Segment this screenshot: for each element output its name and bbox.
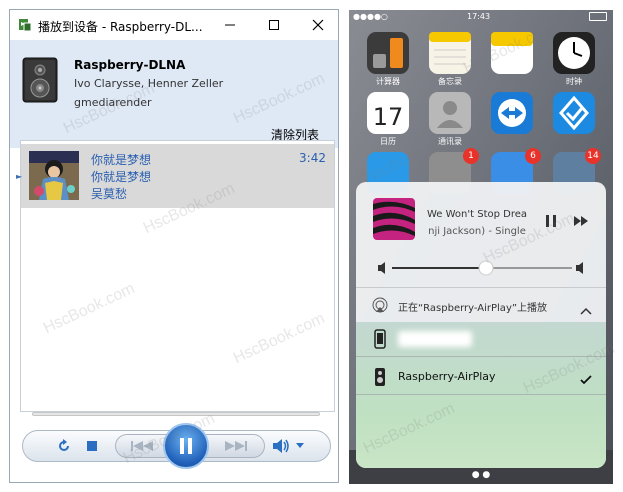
now-playing-title: We Won't Stop Drea <box>426 209 528 220</box>
track-duration: 3:42 <box>299 151 326 165</box>
contacts-app-icon[interactable] <box>429 92 471 134</box>
route-row-raspberry-airplay[interactable]: Raspberry-AirPlay <box>356 360 606 394</box>
redacted-device-name <box>398 331 472 347</box>
seek-bar[interactable] <box>32 412 320 416</box>
pause-icon <box>546 215 556 227</box>
speaker-icon <box>374 367 386 391</box>
svg-text:17: 17 <box>373 103 404 131</box>
app-label: 备忘录 <box>438 77 462 86</box>
app-label: 通讯录 <box>438 137 462 146</box>
iphone-icon <box>374 329 386 353</box>
next-button[interactable] <box>219 437 253 455</box>
maximize-icon <box>269 20 279 30</box>
iphone-screen: ●●●●○ 17:43 计算器 备忘录 时钟 17 日历 通讯录 1 6 14 <box>349 10 613 484</box>
now-playing-section: We Won't Stop Drea nji Jackson) - Single <box>356 182 606 287</box>
airplay-status-text: 正在“Raspberry-AirPlay”上播放 <box>398 303 548 314</box>
calendar-app-icon[interactable]: 17 <box>367 92 409 134</box>
airplay-route-list: Raspberry-AirPlay <box>356 322 606 468</box>
next-icon <box>574 216 588 226</box>
play-to-device-window: 播放到设备 - Raspberry-DL... Raspberry-DLNA I… <box>9 9 339 483</box>
app-label: 时钟 <box>566 77 582 86</box>
signal-icon: ●●●●○ <box>353 12 388 21</box>
repeat-icon <box>59 439 69 451</box>
divider <box>356 356 606 357</box>
speaker-device-icon <box>19 56 61 104</box>
notification-badge: 14 <box>585 148 601 164</box>
maximize-button[interactable] <box>252 10 296 40</box>
current-track-marker-icon: ► <box>16 172 23 181</box>
device-name: Raspberry-DLNA <box>74 58 186 72</box>
volume-high-icon <box>576 262 583 274</box>
playlist: ► 你就是梦想 你就是梦想 吴莫愁 3:42 <box>16 140 335 412</box>
stop-icon <box>87 441 97 451</box>
window-title: 播放到设备 - Raspberry-DL... <box>38 20 203 34</box>
close-icon <box>312 19 324 31</box>
checkmark-icon <box>580 370 592 389</box>
volume-dropdown-button[interactable] <box>295 441 305 451</box>
status-time: 17:43 <box>467 12 491 21</box>
teamviewer-app-icon[interactable] <box>491 92 533 134</box>
pause-icon <box>180 438 192 454</box>
device-authors: Ivo Clarysse, Henner Zeller <box>74 77 224 90</box>
now-playing-artwork <box>373 198 415 240</box>
track-artist: 吴莫愁 <box>91 187 128 201</box>
route-row-iphone[interactable] <box>356 322 606 356</box>
route-label: Raspberry-AirPlay <box>398 370 496 383</box>
weather-app-icon[interactable] <box>491 32 533 74</box>
notification-badge: 1 <box>463 148 479 164</box>
app-label: 计算器 <box>376 77 400 86</box>
previous-button[interactable] <box>125 437 159 455</box>
playback-controls <box>22 423 331 469</box>
play-to-icon <box>18 17 32 32</box>
calculator-app-icon[interactable] <box>367 32 409 74</box>
pause-button[interactable] <box>163 423 209 469</box>
cc-volume-slider[interactable] <box>378 258 588 278</box>
minimize-button[interactable] <box>208 10 252 40</box>
volume-icon <box>273 439 289 453</box>
cc-pause-button[interactable] <box>542 212 560 230</box>
device-panel: Raspberry-DLNA Ivo Clarysse, Henner Zell… <box>10 40 338 148</box>
now-playing-subtitle: nji Jackson) - Single <box>428 226 526 237</box>
cc-next-button[interactable] <box>570 212 592 230</box>
security-app-icon[interactable] <box>553 92 595 134</box>
notification-badge: 6 <box>525 148 541 164</box>
track-album: 你就是梦想 <box>91 170 152 184</box>
album-cover <box>29 151 79 200</box>
chevron-up-icon <box>580 300 592 319</box>
page-indicator: ● ● <box>471 470 491 480</box>
previous-icon <box>131 441 153 451</box>
volume-button[interactable] <box>271 437 291 455</box>
airplay-icon <box>372 297 388 317</box>
minimize-icon <box>225 24 235 26</box>
control-center-panel: We Won't Stop Drea nji Jackson) - Single <box>356 182 606 468</box>
notes-app-icon[interactable] <box>429 32 471 74</box>
clock-app-icon[interactable] <box>553 32 595 74</box>
device-renderer: gmediarender <box>74 96 152 109</box>
chevron-down-icon <box>296 443 304 448</box>
stop-button[interactable] <box>83 437 101 455</box>
status-bar: ●●●●○ 17:43 <box>349 10 613 24</box>
airplay-header[interactable]: 正在“Raspberry-AirPlay”上播放 <box>356 288 606 322</box>
close-button[interactable] <box>296 10 340 40</box>
volume-low-icon <box>378 262 385 274</box>
battery-icon <box>589 12 607 21</box>
divider <box>356 394 606 395</box>
app-label: 日历 <box>380 137 396 146</box>
repeat-button[interactable] <box>55 437 73 455</box>
next-icon <box>225 441 247 451</box>
title-bar: 播放到设备 - Raspberry-DL... <box>10 10 338 40</box>
list-item[interactable]: ► 你就是梦想 你就是梦想 吴莫愁 3:42 <box>16 144 334 208</box>
track-title: 你就是梦想 <box>91 153 152 167</box>
